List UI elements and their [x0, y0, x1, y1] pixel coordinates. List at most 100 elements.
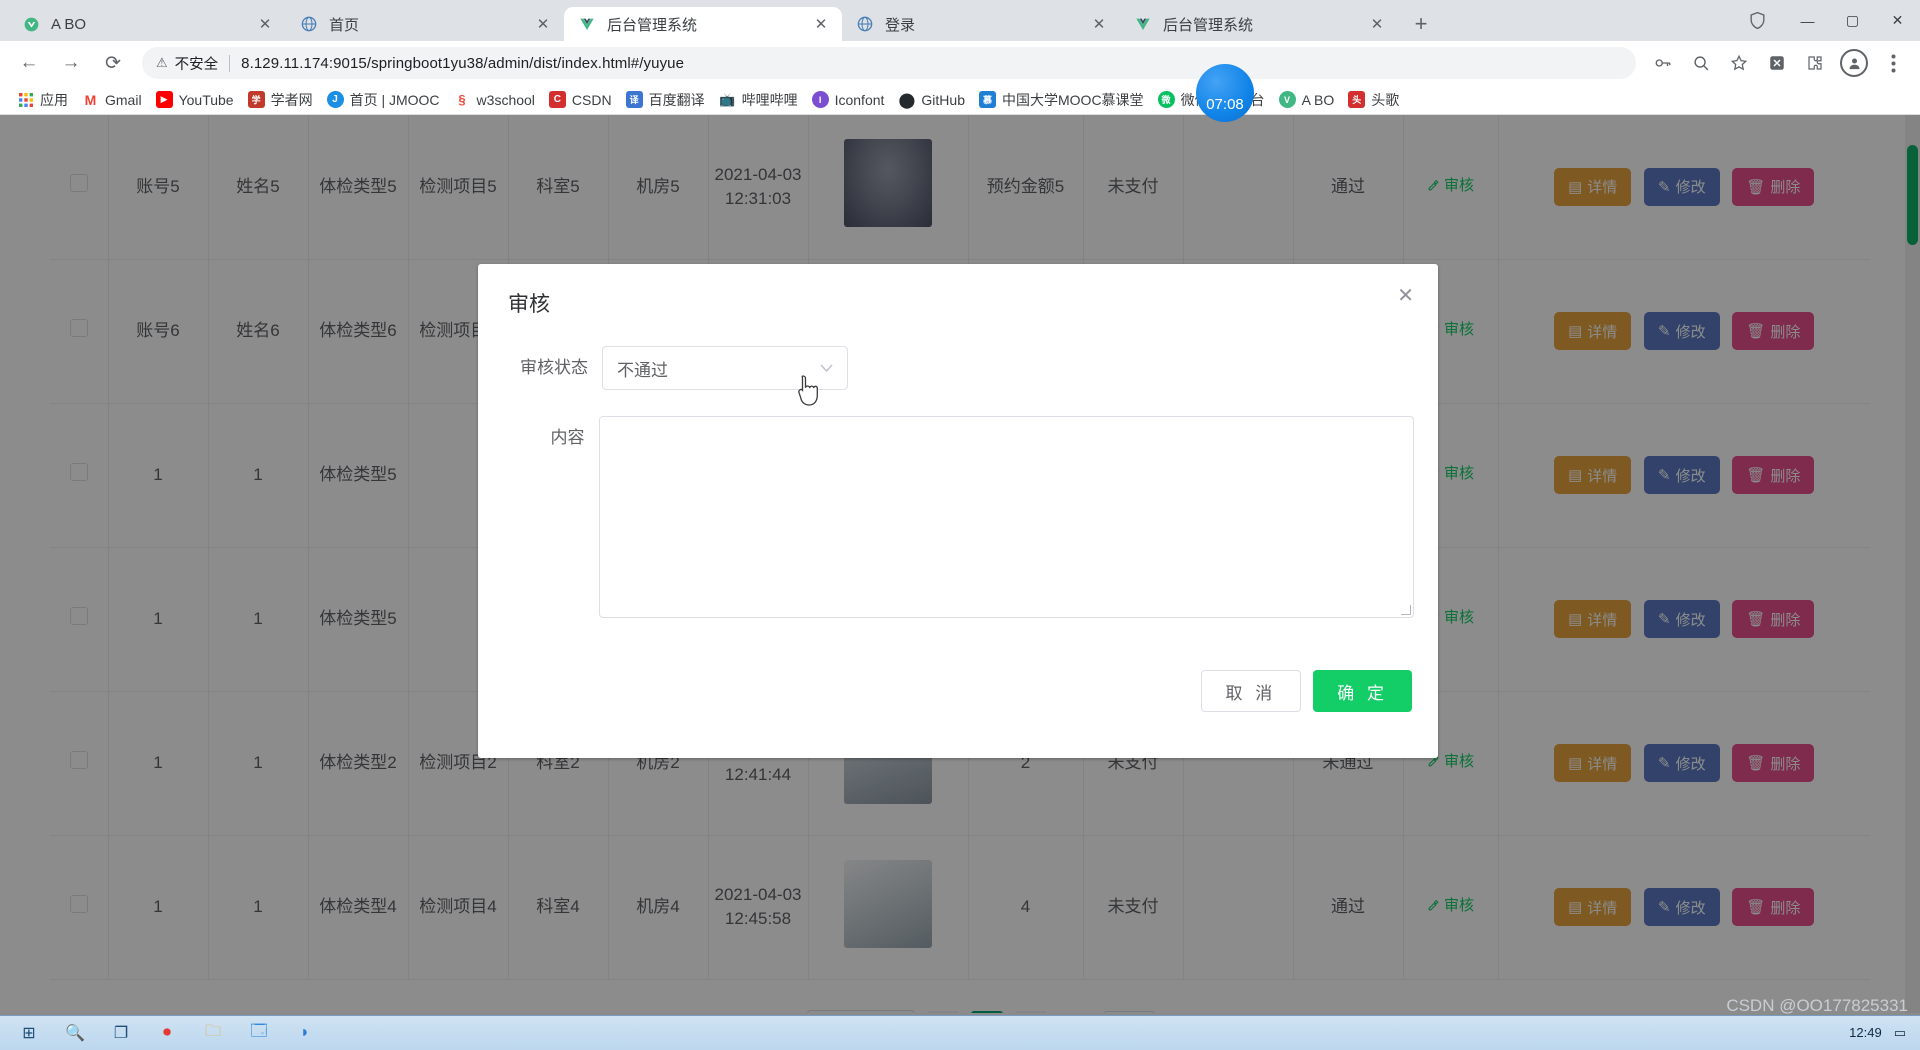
- not-secure-warning-icon: ⚠: [156, 55, 168, 70]
- vue-icon: [578, 15, 596, 33]
- shield-icon[interactable]: [1729, 0, 1785, 41]
- bookmark-jmooc[interactable]: J 首页 | JMOOC: [320, 87, 447, 113]
- dialog-title: 审核: [508, 293, 550, 316]
- csdn-watermark: CSDN @OO177825331: [1726, 996, 1908, 1015]
- youtube-icon: ▶: [155, 91, 173, 108]
- dialog-footer: 取 消 确 定: [478, 644, 1438, 712]
- close-icon[interactable]: ✕: [1397, 286, 1414, 306]
- new-tab-button[interactable]: +: [1404, 7, 1438, 41]
- bookmark-abo[interactable]: V A BO: [1272, 87, 1342, 113]
- form-row-content: 内容: [502, 416, 1414, 618]
- mouse-cursor-pointer: [795, 374, 821, 408]
- scholar-icon: 学: [247, 91, 265, 108]
- content-textarea[interactable]: [598, 416, 1414, 618]
- tab-close-icon[interactable]: ✕: [532, 13, 554, 35]
- forward-button[interactable]: →: [54, 46, 88, 80]
- bookmark-github[interactable]: ⬤ GitHub: [891, 87, 972, 113]
- taskbar-clock[interactable]: 12:49: [1849, 1025, 1882, 1040]
- mooc-icon: 慕: [979, 91, 996, 108]
- bookmark-label: 学者网: [270, 91, 313, 108]
- extension-icon[interactable]: [1761, 47, 1793, 79]
- back-button[interactable]: ←: [12, 46, 46, 80]
- browser-tab-1[interactable]: 首页 ✕: [286, 7, 565, 41]
- start-icon[interactable]: ⊞: [9, 1018, 49, 1049]
- bookmark-label: 头歌: [1371, 91, 1400, 108]
- globe-icon: [856, 15, 874, 33]
- browser-toolbar: ← → ⟳ ⚠ 不安全 8.129.11.174:9015/springboot…: [0, 41, 1920, 85]
- csdn-icon: C: [548, 91, 566, 108]
- bookmark-baidu-fanyi[interactable]: 译 百度翻译: [619, 87, 712, 113]
- jmooc-icon: J: [326, 91, 344, 108]
- bookmark-mooc[interactable]: 慕 中国大学MOOC慕课堂: [972, 87, 1151, 113]
- chevron-down-icon: [820, 361, 833, 376]
- tab-title: 后台管理系统: [1163, 16, 1254, 34]
- resize-grip-icon[interactable]: [1401, 605, 1411, 615]
- confirm-button[interactable]: 确 定: [1313, 670, 1412, 712]
- close-window-button[interactable]: ✕: [1875, 0, 1920, 41]
- browser-tab-2-active[interactable]: 后台管理系统 ✕: [564, 7, 842, 41]
- vue-icon: V: [1278, 91, 1296, 108]
- browser-tab-3[interactable]: 登录 ✕: [842, 7, 1121, 41]
- url-text: 8.129.11.174:9015/springboot1yu38/admin/…: [241, 54, 685, 72]
- tab-close-icon[interactable]: ✕: [1088, 13, 1110, 35]
- vue-icon: [1134, 15, 1152, 33]
- vue-icon: [22, 15, 40, 33]
- key-icon[interactable]: [1647, 47, 1679, 79]
- dialog-body: 审核状态 不通过 内容: [478, 328, 1438, 618]
- address-bar[interactable]: ⚠ 不安全 8.129.11.174:9015/springboot1yu38/…: [142, 47, 1636, 79]
- avatar[interactable]: [1840, 49, 1868, 77]
- tab-close-icon[interactable]: ✕: [1366, 13, 1388, 35]
- search-icon[interactable]: 🔍: [55, 1018, 95, 1049]
- bookmark-w3school[interactable]: § w3school: [447, 87, 542, 113]
- bookmark-label: 中国大学MOOC慕课堂: [1002, 91, 1144, 108]
- bookmark-csdn[interactable]: C CSDN: [542, 87, 619, 113]
- fanyi-icon: 译: [625, 91, 643, 108]
- bookmark-gmail[interactable]: M Gmail: [75, 87, 149, 113]
- notification-icon[interactable]: ▭: [1894, 1025, 1906, 1041]
- bookmark-xuezhewang[interactable]: 学 学者网: [241, 87, 320, 113]
- bookmark-label: A BO: [1301, 91, 1335, 108]
- floating-clock-widget[interactable]: 07:08: [1196, 64, 1254, 122]
- tab-strip: A BO ✕ 首页 ✕ 后台管理系统 ✕ 登录 ✕ 后台管理系统 ✕ + — ▢…: [0, 0, 1920, 41]
- bookmark-youtube[interactable]: ▶ YouTube: [149, 87, 241, 113]
- touge-icon: 头: [1348, 91, 1366, 108]
- bookmark-touge[interactable]: 头 头歌: [1341, 87, 1406, 113]
- minimize-button[interactable]: —: [1785, 0, 1830, 41]
- bookmark-apps[interactable]: 应用: [10, 87, 75, 113]
- star-icon[interactable]: [1723, 47, 1755, 79]
- kebab-menu-icon[interactable]: [1877, 47, 1909, 79]
- gmail-icon: M: [84, 91, 97, 108]
- bookmark-label: Gmail: [105, 91, 142, 108]
- github-icon: ⬤: [898, 91, 916, 109]
- bookmark-label: 首页 | JMOOC: [349, 91, 440, 108]
- puzzle-icon[interactable]: [1799, 47, 1831, 79]
- apps-grid-icon: [17, 91, 34, 108]
- taskview-icon[interactable]: ❐: [101, 1018, 141, 1049]
- bookmark-label: GitHub: [921, 91, 965, 108]
- tab-close-icon[interactable]: ✕: [254, 13, 276, 35]
- dialog-header: 审核 ✕: [478, 264, 1438, 328]
- security-label: 不安全: [174, 56, 219, 73]
- cancel-button[interactable]: 取 消: [1200, 670, 1302, 712]
- tab-title: A BO: [51, 15, 87, 33]
- store-icon[interactable]: 🗔: [239, 1018, 279, 1049]
- tab-close-icon[interactable]: ✕: [810, 13, 832, 35]
- wechat-icon: 微: [1157, 91, 1175, 108]
- iconfont-icon: I: [811, 91, 829, 108]
- window-controls: — ▢ ✕: [1729, 0, 1920, 41]
- form-row-status: 审核状态 不通过: [502, 346, 1414, 390]
- folder-icon[interactable]: 🗀: [193, 1018, 233, 1049]
- bookmark-iconfont[interactable]: I Iconfont: [805, 87, 892, 113]
- windows-taskbar: ⊞ 🔍 ❐ ⏺ 🗀 🗔 ◗ 12:49 ▭: [0, 1015, 1920, 1050]
- browser-tab-0[interactable]: A BO ✕: [8, 7, 287, 41]
- bookmark-label: YouTube: [178, 91, 234, 108]
- bookmark-label: 哔哩哔哩: [741, 91, 798, 108]
- maximize-button[interactable]: ▢: [1830, 0, 1875, 41]
- browser-tab-4[interactable]: 后台管理系统 ✕: [1120, 7, 1398, 41]
- bookmark-bilibili[interactable]: 📺 哔哩哔哩: [712, 87, 805, 113]
- search-icon[interactable]: [1685, 47, 1717, 79]
- clock-time: 07:08: [1206, 96, 1244, 113]
- edge-icon[interactable]: ◗: [285, 1018, 325, 1049]
- reload-button[interactable]: ⟳: [96, 46, 130, 80]
- record-icon[interactable]: ⏺: [147, 1018, 187, 1049]
